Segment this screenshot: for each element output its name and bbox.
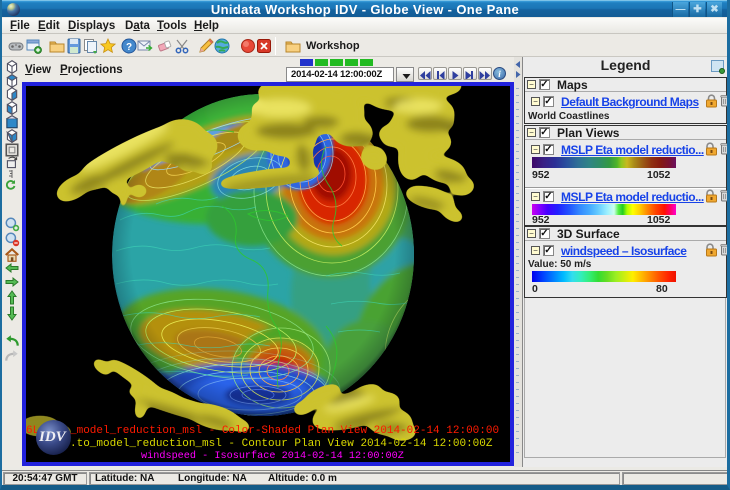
- svg-text:?: ?: [126, 42, 132, 53]
